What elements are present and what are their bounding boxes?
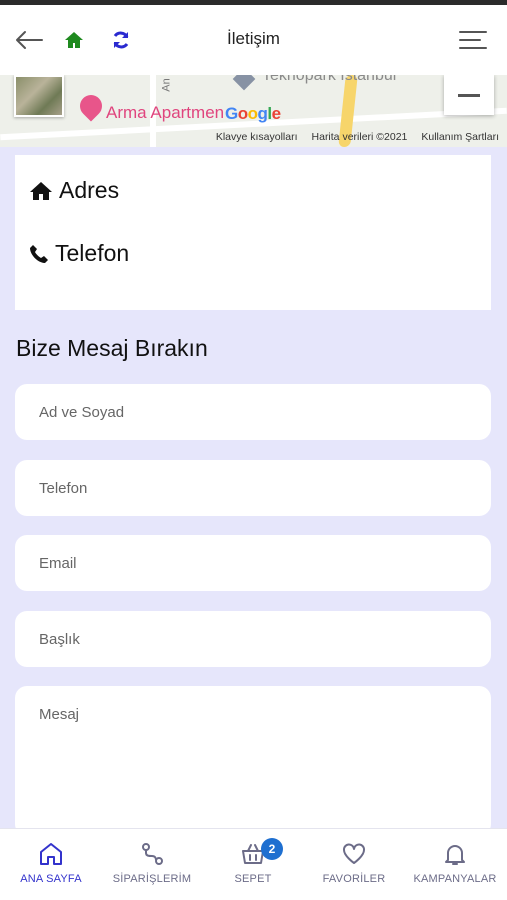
subject-field[interactable] bbox=[15, 611, 491, 667]
bottom-tab-bar: ANA SAYFA SİPARİŞLERİM 2 SEPET FAVORİLER… bbox=[0, 828, 507, 900]
keyboard-shortcuts-link[interactable]: Klavye kısayolları bbox=[216, 131, 298, 143]
email-field[interactable] bbox=[15, 535, 491, 591]
app-header: İletişim bbox=[0, 5, 507, 75]
google-logo: Google bbox=[225, 104, 281, 123]
home-outline-icon bbox=[40, 843, 62, 865]
tab-orders[interactable]: SİPARİŞLERİM bbox=[102, 841, 202, 885]
tab-label: ANA SAYFA bbox=[20, 873, 82, 885]
message-field[interactable] bbox=[15, 686, 491, 836]
minus-icon bbox=[458, 93, 480, 97]
page-title: İletişim bbox=[227, 29, 280, 48]
route-icon bbox=[142, 843, 163, 865]
tab-cart[interactable]: 2 SEPET bbox=[203, 838, 303, 885]
menu-icon bbox=[459, 31, 487, 49]
cart-badge: 2 bbox=[261, 838, 283, 860]
landmark-pin-icon bbox=[232, 75, 256, 91]
heart-icon bbox=[343, 843, 365, 864]
name-field[interactable] bbox=[15, 384, 491, 440]
tab-label: KAMPANYALAR bbox=[413, 873, 497, 885]
tab-favorites[interactable]: FAVORİLER bbox=[304, 841, 404, 885]
map-view[interactable]: An Teknopark İstanbul Arma Apartmen Goog… bbox=[0, 75, 507, 147]
map-attribution: Klavye kısayolları Harita verileri ©2021… bbox=[216, 131, 499, 143]
map-data-text: Harita verileri ©2021 bbox=[311, 131, 408, 143]
place-label[interactable]: Arma Apartmen bbox=[106, 103, 224, 123]
tab-label: SİPARİŞLERİM bbox=[112, 873, 192, 885]
phone-row: Telefon bbox=[29, 240, 129, 267]
phone-field[interactable] bbox=[15, 460, 491, 516]
tab-campaigns[interactable]: KAMPANYALAR bbox=[405, 841, 505, 885]
tab-home[interactable]: ANA SAYFA bbox=[1, 841, 101, 885]
satellite-toggle[interactable] bbox=[14, 75, 64, 117]
contact-info-card: Adres Telefon bbox=[15, 155, 491, 310]
address-row: Adres bbox=[29, 177, 119, 204]
home-icon bbox=[30, 181, 52, 200]
phone-icon bbox=[30, 244, 48, 263]
phone-label: Telefon bbox=[55, 240, 130, 266]
road-label: An bbox=[160, 78, 173, 92]
address-label: Adres bbox=[59, 177, 120, 203]
bell-icon bbox=[445, 845, 465, 865]
zoom-out-button[interactable] bbox=[444, 75, 494, 115]
tab-label: FAVORİLER bbox=[322, 873, 386, 885]
landmark-label: Teknopark İstanbul bbox=[262, 75, 397, 84]
place-pin-icon[interactable] bbox=[75, 90, 107, 122]
terms-link[interactable]: Kullanım Şartları bbox=[421, 131, 499, 143]
tab-label: SEPET bbox=[234, 873, 272, 885]
form-title: Bize Mesaj Bırakın bbox=[16, 335, 208, 361]
menu-button[interactable] bbox=[456, 27, 490, 53]
